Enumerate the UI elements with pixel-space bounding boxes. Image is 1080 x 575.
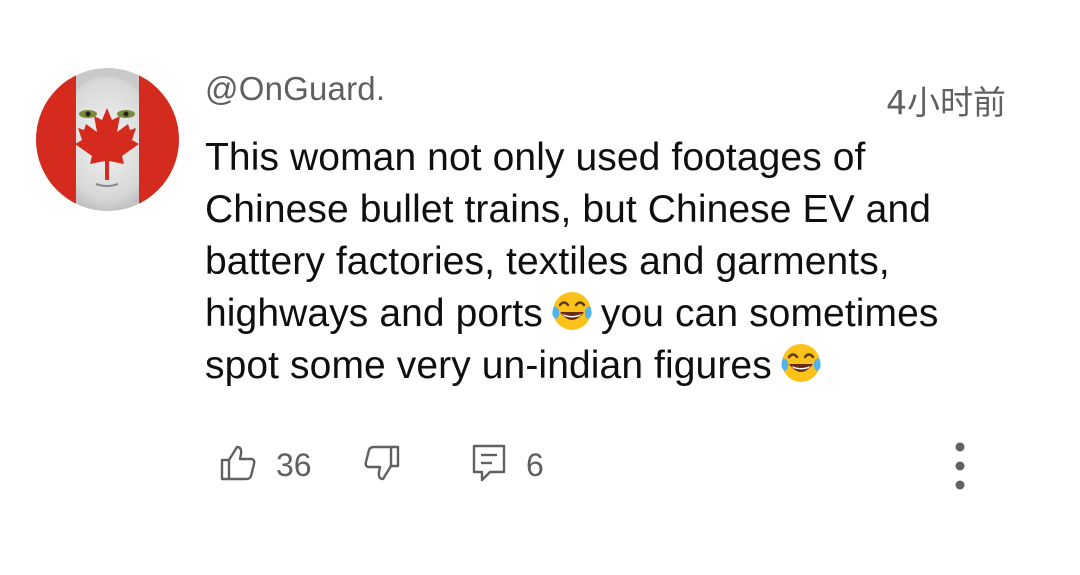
face-with-tears-of-joy-icon [549, 288, 595, 334]
canada-flag-face-icon [36, 68, 179, 211]
comment-line: Chinese bullet trains, but Chinese EV an… [205, 188, 932, 231]
like-button[interactable]: 36 [218, 440, 312, 490]
comment-line: This woman not only used footages of [205, 136, 866, 179]
dislike-button[interactable] [362, 440, 402, 490]
comment-card: @OnGuard. 4小时前 This woman not only used … [0, 0, 1080, 575]
thumbs-up-icon [218, 443, 258, 488]
comment-line: spot some very un-indian figures [205, 340, 1025, 392]
reply-comment-icon [470, 442, 508, 489]
reply-button[interactable]: 6 [470, 440, 544, 490]
more-options-button[interactable] [948, 440, 972, 496]
like-count: 36 [276, 446, 312, 483]
thumbs-down-icon [362, 443, 402, 488]
comment-timestamp: 4小时前 [886, 83, 1006, 122]
reply-count: 6 [526, 446, 544, 483]
avatar[interactable] [36, 68, 179, 211]
face-with-tears-of-joy-icon [778, 340, 824, 386]
comment-text: This woman not only used footages of Chi… [205, 132, 1025, 392]
more-vertical-icon [955, 442, 965, 490]
author-name[interactable]: @OnGuard. [205, 70, 385, 108]
comment-line: battery factories, textiles and garments… [205, 240, 890, 283]
comment-line: highways and ports you can sometimes [205, 288, 1025, 340]
